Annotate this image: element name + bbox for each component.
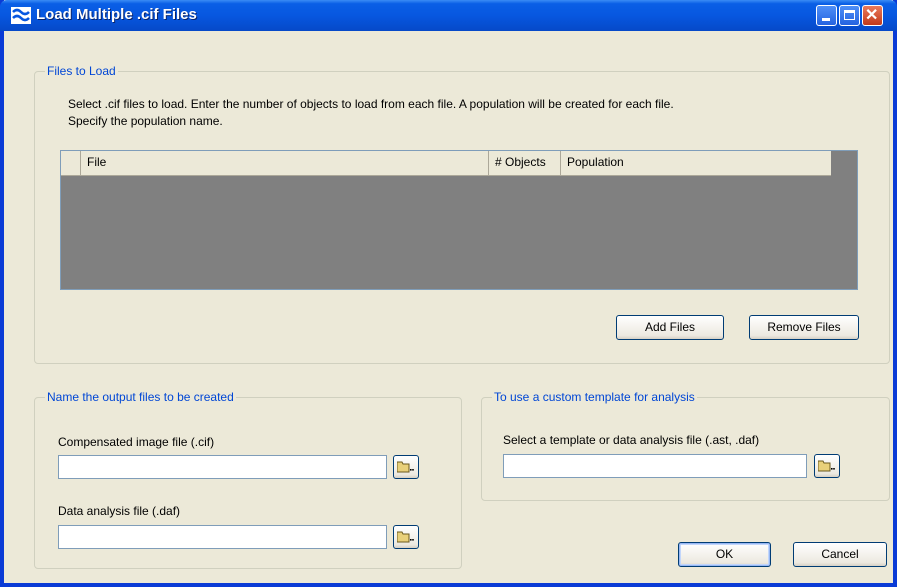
column-header-file[interactable]: File bbox=[81, 151, 489, 175]
window-title: Load Multiple .cif Files bbox=[36, 6, 197, 23]
cancel-button[interactable]: Cancel bbox=[793, 542, 887, 567]
maximize-button[interactable] bbox=[839, 5, 860, 26]
instruction-text-line2: Specify the population name. bbox=[68, 114, 223, 128]
dialog-window: Load Multiple .cif Files ✕ Files to Load… bbox=[0, 0, 897, 587]
template-input[interactable] bbox=[503, 454, 807, 478]
compensated-browse-button[interactable] bbox=[393, 455, 419, 479]
template-select-label: Select a template or data analysis file … bbox=[503, 433, 760, 447]
folder-icon bbox=[397, 531, 414, 543]
compensated-image-label: Compensated image file (.cif) bbox=[58, 435, 215, 449]
app-icon bbox=[11, 7, 31, 24]
title-bar[interactable]: Load Multiple .cif Files ✕ bbox=[0, 0, 897, 31]
daf-label: Data analysis file (.daf) bbox=[58, 504, 181, 518]
maximize-icon bbox=[844, 10, 855, 20]
grid-header: File # Objects Population bbox=[61, 151, 831, 176]
minimize-icon bbox=[822, 18, 830, 21]
close-button[interactable]: ✕ bbox=[862, 5, 883, 26]
compensated-image-input[interactable] bbox=[58, 455, 387, 479]
close-icon: ✕ bbox=[865, 7, 879, 24]
row-header-cell bbox=[61, 151, 81, 175]
remove-files-button[interactable]: Remove Files bbox=[749, 315, 859, 340]
folder-icon bbox=[397, 461, 414, 473]
folder-icon bbox=[818, 460, 835, 472]
instruction-text-line1: Select .cif files to load. Enter the num… bbox=[68, 97, 674, 111]
files-grid[interactable]: File # Objects Population bbox=[60, 150, 858, 290]
minimize-button[interactable] bbox=[816, 5, 837, 26]
template-browse-button[interactable] bbox=[814, 454, 840, 478]
custom-template-group: To use a custom template for analysis bbox=[481, 390, 890, 501]
output-files-legend: Name the output files to be created bbox=[45, 390, 236, 404]
ok-button[interactable]: OK bbox=[678, 542, 771, 567]
add-files-button[interactable]: Add Files bbox=[616, 315, 724, 340]
column-header-population[interactable]: Population bbox=[561, 151, 831, 175]
column-header-objects[interactable]: # Objects bbox=[489, 151, 561, 175]
daf-browse-button[interactable] bbox=[393, 525, 419, 549]
daf-input[interactable] bbox=[58, 525, 387, 549]
custom-template-legend: To use a custom template for analysis bbox=[492, 390, 697, 404]
files-to-load-legend: Files to Load bbox=[45, 64, 118, 78]
